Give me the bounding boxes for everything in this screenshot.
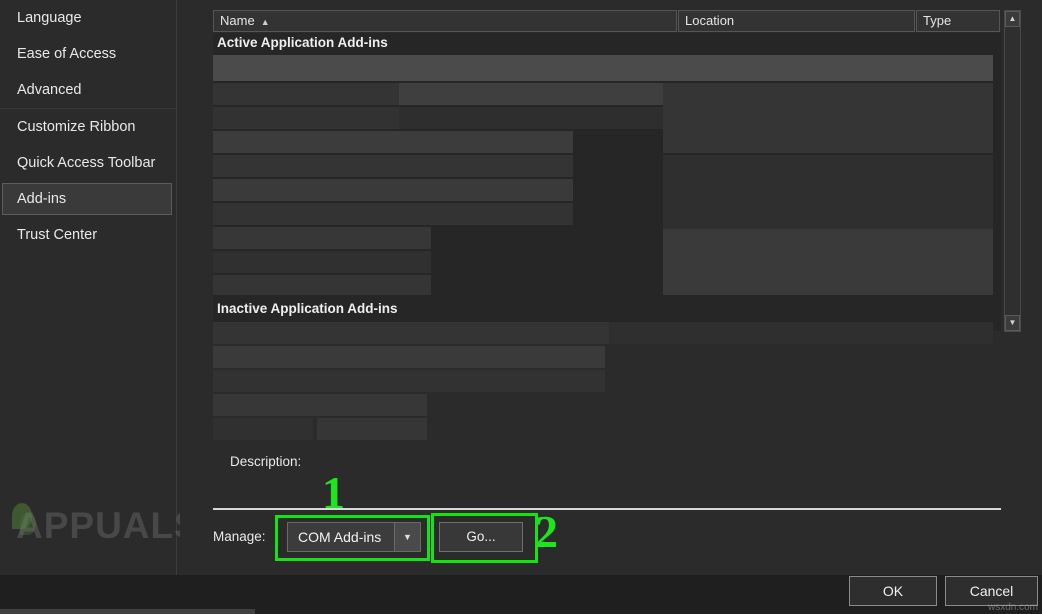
sidebar-item-label: Customize Ribbon <box>17 119 136 135</box>
leaf-icon <box>10 499 40 543</box>
table-row[interactable] <box>399 107 663 129</box>
manage-selected-value: COM Add-ins <box>298 529 382 545</box>
options-dialog: Language Ease of Access Advanced Customi… <box>0 0 1042 614</box>
manage-combobox[interactable]: COM Add-ins ▼ <box>287 522 421 552</box>
sidebar-item-label: Add-ins <box>17 191 67 207</box>
go-button[interactable]: Go... <box>439 522 523 552</box>
table-row[interactable] <box>213 107 399 129</box>
sidebar-item-label: Ease of Access <box>17 46 117 62</box>
chevron-down-icon[interactable]: ▼ <box>394 523 420 551</box>
table-row[interactable] <box>609 322 993 344</box>
table-row[interactable] <box>213 155 573 177</box>
callout-number-2: 2 <box>535 506 558 557</box>
table-row[interactable] <box>213 179 573 201</box>
addins-list-scrollbar[interactable]: ▲ ▼ <box>1004 10 1021 332</box>
column-header-type[interactable]: Type <box>916 10 1000 32</box>
scroll-down-icon[interactable]: ▼ <box>1005 315 1020 331</box>
table-row[interactable] <box>663 229 993 295</box>
sidebar-item-language[interactable]: Language <box>0 0 176 36</box>
sidebar-item-ease-of-access[interactable]: Ease of Access <box>0 36 176 72</box>
dialog-footer: OK Cancel wsxdn.com <box>0 575 1042 614</box>
sidebar-item-label: Quick Access Toolbar <box>17 155 156 171</box>
group-label-inactive: Inactive Application Add-ins <box>217 301 398 316</box>
sidebar-item-label: Language <box>17 10 82 26</box>
watermark-text: APPUALS <box>16 505 200 546</box>
list-column-headers: Name ▲ Location Type <box>213 10 1001 32</box>
column-header-label: Type <box>923 13 952 28</box>
sidebar-item-add-ins[interactable]: Add-ins <box>2 183 172 215</box>
add-ins-panel: Name ▲ Location Type ▲ ▼ Active Applicati… <box>180 0 1042 575</box>
sidebar-item-trust-center[interactable]: Trust Center <box>0 217 176 253</box>
table-row[interactable] <box>213 418 313 440</box>
site-watermark: wsxdn.com <box>987 602 1038 613</box>
table-row[interactable] <box>213 346 605 368</box>
table-row[interactable] <box>213 131 573 153</box>
table-row[interactable] <box>399 83 663 105</box>
column-header-label: Location <box>685 13 735 28</box>
table-row[interactable] <box>213 394 427 416</box>
options-sidebar: Language Ease of Access Advanced Customi… <box>0 0 199 575</box>
table-row[interactable] <box>213 275 431 295</box>
table-row[interactable] <box>317 418 427 440</box>
table-row[interactable] <box>213 370 605 392</box>
sidebar-item-advanced[interactable]: Advanced <box>0 72 176 109</box>
table-row[interactable] <box>213 83 399 105</box>
taskbar-sliver <box>0 609 255 614</box>
sidebar-item-label: Trust Center <box>17 227 98 243</box>
column-header-location[interactable]: Location <box>678 10 915 32</box>
active-addins-list[interactable]: Active Application Add-ins <box>213 33 1001 331</box>
sidebar-item-label: Advanced <box>17 82 82 98</box>
scroll-up-icon[interactable]: ▲ <box>1005 11 1020 27</box>
sort-ascending-icon: ▲ <box>260 16 270 27</box>
table-row[interactable] <box>663 83 993 153</box>
table-row[interactable] <box>213 203 573 225</box>
description-label: Description: <box>230 454 302 469</box>
inactive-addins-list[interactable] <box>213 322 1001 444</box>
group-label-active: Active Application Add-ins <box>217 35 388 50</box>
column-header-name[interactable]: Name ▲ <box>213 10 677 32</box>
ok-button[interactable]: OK <box>849 576 937 606</box>
sidebar-item-customize-ribbon[interactable]: Customize Ribbon <box>0 109 176 145</box>
appuals-watermark: APPUALS <box>4 499 199 557</box>
manage-label: Manage: <box>213 529 266 544</box>
table-row[interactable] <box>213 55 993 81</box>
sidebar-item-quick-access-toolbar[interactable]: Quick Access Toolbar <box>0 145 176 181</box>
table-row[interactable] <box>213 227 431 249</box>
column-header-label: Name <box>220 13 255 28</box>
table-row[interactable] <box>213 251 431 273</box>
callout-number-1: 1 <box>322 467 345 518</box>
